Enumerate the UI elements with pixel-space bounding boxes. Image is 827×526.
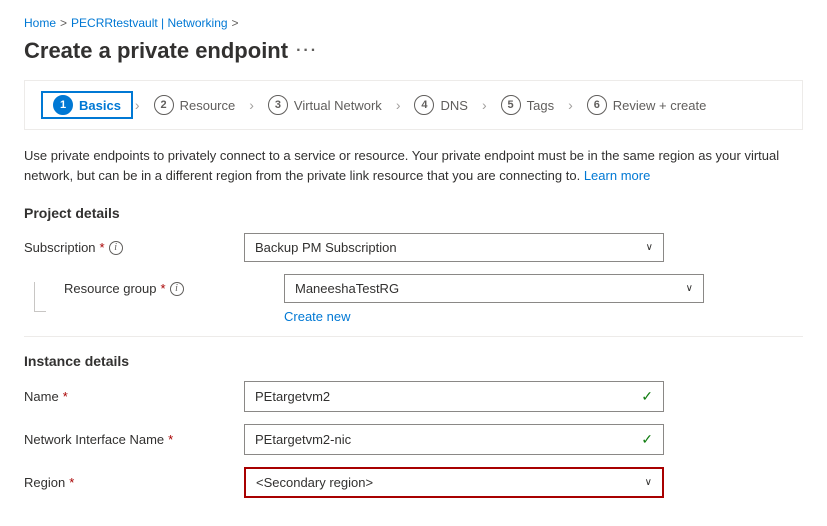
rg-label-text: Resource group [64,281,157,296]
step-review-label: Review + create [613,98,707,113]
instance-details-title: Instance details [24,353,803,369]
step-basics-label: Basics [79,98,121,113]
region-chevron: ∨ [645,477,652,488]
rg-content: Resource group * i ManeeshaTestRG ∨ Crea… [64,274,803,324]
rg-control: ManeeshaTestRG ∨ [284,274,704,303]
rg-chevron: ∨ [686,283,693,294]
nic-value: PEtargetvm2-nic [255,432,351,447]
step-review-num: 6 [587,95,607,115]
subscription-row: Subscription * i Backup PM Subscription … [24,233,803,262]
breadcrumb-home[interactable]: Home [24,16,56,30]
step-sep-5: › [566,97,575,113]
subscription-control: Backup PM Subscription ∨ [244,233,664,262]
nic-label-text: Network Interface Name [24,432,164,447]
page-title-container: Create a private endpoint ··· [24,38,803,64]
step-tags-num: 5 [501,95,521,115]
name-required: * [63,389,68,404]
name-label-text: Name [24,389,59,404]
rg-required: * [161,281,166,296]
section-divider [24,336,803,337]
step-sep-1: › [133,97,142,113]
breadcrumb-vault[interactable]: PECRRtestvault | Networking [71,16,228,30]
rg-value: ManeeshaTestRG [295,281,399,296]
page-title-ellipsis[interactable]: ··· [296,42,318,60]
breadcrumb: Home > PECRRtestvault | Networking > [24,16,803,30]
breadcrumb-sep2: > [232,16,239,30]
region-row: Region * <Secondary region> ∨ [24,467,803,498]
step-vnet-label: Virtual Network [294,98,382,113]
subscription-required: * [100,240,105,255]
info-text-content: Use private endpoints to privately conne… [24,148,779,183]
name-value: PEtargetvm2 [255,389,330,404]
subscription-label: Subscription * i [24,240,244,255]
rg-label: Resource group * i [64,281,284,296]
name-check-icon: ✓ [641,388,653,405]
wizard-steps: 1 Basics › 2 Resource › 3 Virtual Networ… [24,80,803,130]
resource-group-row: Resource group * i ManeeshaTestRG ∨ Crea… [24,274,803,324]
region-dropdown[interactable]: <Secondary region> ∨ [244,467,664,498]
page-title: Create a private endpoint [24,38,288,64]
step-resource-num: 2 [154,95,174,115]
subscription-dropdown[interactable]: Backup PM Subscription ∨ [244,233,664,262]
learn-more-link[interactable]: Learn more [584,168,650,183]
step-dns[interactable]: 4 DNS [402,91,479,119]
step-sep-2: › [247,97,256,113]
nic-required: * [168,432,173,447]
rg-indent [24,274,64,312]
rg-info-icon[interactable]: i [170,282,184,296]
project-details-title: Project details [24,205,803,221]
region-label: Region * [24,475,244,490]
nic-check-icon: ✓ [641,431,653,448]
info-text: Use private endpoints to privately conne… [24,146,784,185]
rg-field-row: Resource group * i ManeeshaTestRG ∨ [64,274,803,303]
step-vnet-num: 3 [268,95,288,115]
subscription-info-icon[interactable]: i [109,241,123,255]
nic-name-row: Network Interface Name * PEtargetvm2-nic… [24,424,803,455]
region-value: <Secondary region> [256,475,373,490]
nic-label: Network Interface Name * [24,432,244,447]
region-control: <Secondary region> ∨ [244,467,664,498]
region-label-text: Region [24,475,65,490]
step-resource-label: Resource [180,98,236,113]
breadcrumb-sep1: > [60,16,67,30]
rg-indent-line [34,282,46,312]
step-resource[interactable]: 2 Resource [142,91,248,119]
step-basics[interactable]: 1 Basics [41,91,133,119]
step-basics-num: 1 [53,95,73,115]
name-dropdown[interactable]: PEtargetvm2 ✓ [244,381,664,412]
create-new-link[interactable]: Create new [284,309,350,324]
step-dns-label: DNS [440,98,467,113]
step-dns-num: 4 [414,95,434,115]
step-sep-4: › [480,97,489,113]
subscription-chevron: ∨ [646,242,653,253]
region-required: * [69,475,74,490]
name-control: PEtargetvm2 ✓ [244,381,664,412]
rg-dropdown[interactable]: ManeeshaTestRG ∨ [284,274,704,303]
nic-control: PEtargetvm2-nic ✓ [244,424,664,455]
name-row: Name * PEtargetvm2 ✓ [24,381,803,412]
nic-dropdown[interactable]: PEtargetvm2-nic ✓ [244,424,664,455]
step-sep-3: › [394,97,403,113]
step-virtual-network[interactable]: 3 Virtual Network [256,91,394,119]
step-tags[interactable]: 5 Tags [489,91,566,119]
subscription-value: Backup PM Subscription [255,240,397,255]
subscription-label-text: Subscription [24,240,96,255]
name-label: Name * [24,389,244,404]
step-tags-label: Tags [527,98,554,113]
step-review-create[interactable]: 6 Review + create [575,91,719,119]
